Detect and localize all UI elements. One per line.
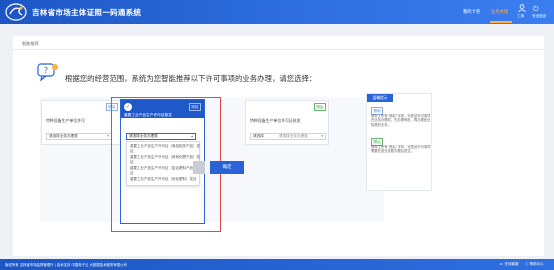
breadcrumb: 智能推荐 — [22, 41, 39, 46]
select-value: 请选择业务办理类 — [49, 134, 78, 138]
tips-panel: 温馨提示 照前 提标上所有“照前”字样，代表该许可事项在业务办理前，先办理审批，… — [366, 93, 432, 191]
nav-active-indicator — [490, 21, 512, 23]
nav-business[interactable]: 业务办理 — [491, 9, 508, 15]
online-service-label: 在线客服 — [504, 262, 519, 266]
previous-button[interactable] — [193, 161, 205, 174]
select-value: 请选择业务办理类 — [129, 134, 158, 138]
help-center-label: 帮助中心 — [529, 262, 544, 266]
confirm-button[interactable]: 确定 — [210, 161, 244, 174]
user-icon[interactable] — [518, 4, 526, 12]
main-panel: 智能推荐 ? 根据您的经营范围，系统为您智能推荐以下许可事项的业务办理，请您选择… — [13, 36, 544, 256]
chevron-down-icon: ▾ — [321, 134, 323, 138]
svg-text:?: ? — [44, 66, 48, 75]
footer: 版权所有 吉林省市场监督管理厅 | 技术支持 中国电子云 大数据技术服务有限公司… — [0, 259, 554, 270]
checkmark-icon: ✓ — [124, 103, 132, 111]
tip-text-pre: 提标上所有“照前”字样，代表该许可事项在业务办理前，先办理审批，再办理营业执照的… — [371, 114, 431, 127]
online-service-link[interactable]: ☏ 在线客服 — [499, 262, 519, 267]
help-center-link[interactable]: ⓘ 帮助中心 — [525, 262, 544, 267]
dropdown-option[interactable]: 重要工业产品生产许可证（复合肥料产品）发证 — [130, 166, 200, 175]
business-type-select[interactable]: 请选择业务办理类 ▾ — [46, 133, 112, 140]
dropdown-option[interactable]: 重要工业产品生产许可证（危化肥料）发证 — [130, 177, 200, 182]
logout-label[interactable]: 安全退出 — [532, 14, 546, 19]
chevron-up-icon: ▴ — [191, 134, 193, 138]
permit-card-1[interactable]: 照后 特种设备生产单位许可 请选择业务办理类 ▾ — [41, 100, 121, 145]
card-title: 特种设备生产单位许可证核发 — [250, 118, 301, 123]
tips-title: 温馨提示 — [367, 94, 393, 102]
card-badge: 照后 — [313, 103, 326, 111]
permit-card-3[interactable]: 照后 特种设备生产单位许可证核发 请选择 ▾ 请选择业务办理类 — [245, 100, 329, 145]
copyright-text: 版权所有 吉林省市场监督管理厅 | 技术支持 中国电子云 大数据技术服务有限公司 — [5, 263, 127, 267]
logout-icon[interactable]: ⏻ — [533, 5, 539, 14]
card-badge: 照前 — [188, 103, 201, 111]
logo-icon — [5, 3, 27, 21]
dropdown-option[interactable]: 重要工业产品生产许可证（其他化肥产品）发证 — [130, 155, 200, 164]
business-type-select[interactable]: 请选择业务办理类 ▴ — [126, 133, 196, 140]
question-chat-icon: ? — [37, 63, 58, 82]
dropdown-option[interactable]: 重要工业产品生产许可证（食品相关产品）发证 — [130, 144, 200, 153]
question-text: 根据您的经营范围，系统为您智能推荐以下许可事项的业务办理，请您选择： — [65, 74, 317, 83]
business-type-dropdown: 重要工业产品生产许可证（食品相关产品）发证 重要工业产品生产许可证（其他化肥产品… — [126, 141, 200, 186]
top-header: 吉林省市场主体证照一码通系统 我的卡卷 业务办理 工商 ⏻ 安全退出 — [0, 0, 554, 24]
nav-my-cards[interactable]: 我的卡卷 — [463, 9, 480, 15]
select-value: 请选择 — [253, 134, 264, 138]
select-hint: 请选择业务办理类 — [279, 134, 308, 138]
card-title: 重要工业产品生产许可证核发 — [124, 113, 172, 117]
divider — [13, 49, 544, 50]
card-title: 特种设备生产单位许可 — [46, 118, 85, 123]
site-title: 吉林省市场主体证照一码通系统 — [32, 8, 142, 17]
chevron-down-icon: ▾ — [107, 134, 109, 138]
tip-text-post: 提标上所有“照后”字样，代表该许可事项需要在营业执照办理后提交。 — [371, 145, 431, 154]
user-label[interactable]: 工商 — [517, 14, 524, 19]
